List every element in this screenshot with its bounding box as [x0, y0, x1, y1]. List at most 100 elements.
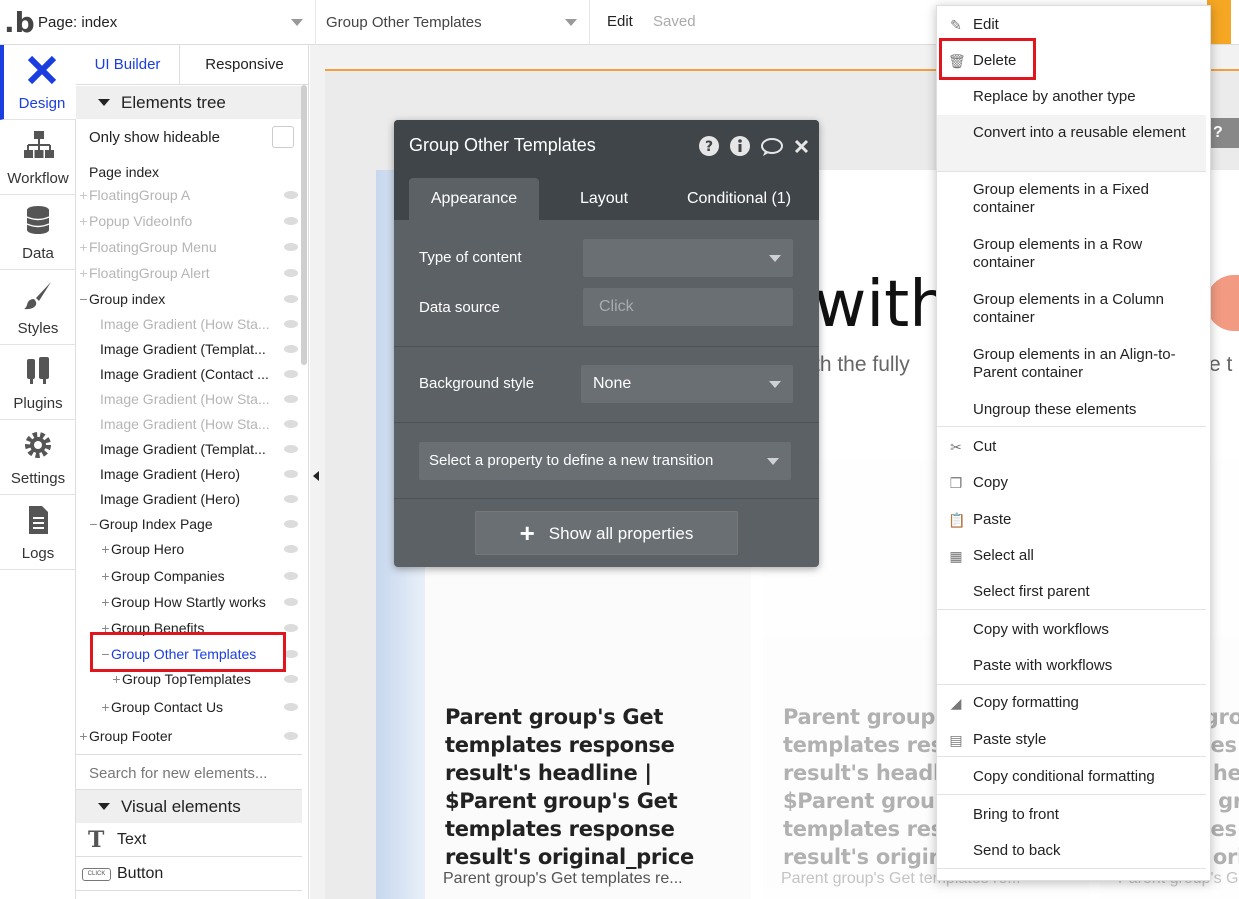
- expand-icon[interactable]: +: [78, 209, 89, 233]
- menu-item[interactable]: ❐ Copy: [937, 474, 1206, 492]
- menu-item[interactable]: Copy conditional formatting: [937, 768, 1206, 786]
- visibility-eye-icon[interactable]: [284, 495, 298, 503]
- visibility-eye-icon[interactable]: [284, 470, 298, 478]
- expand-icon[interactable]: +: [100, 537, 111, 561]
- collapse-icon[interactable]: −: [88, 512, 99, 536]
- visual-element-text[interactable]: T Text: [76, 824, 302, 857]
- expand-icon[interactable]: +: [100, 564, 111, 588]
- menu-item[interactable]: Group elements in an Align-to-Parent con…: [937, 346, 1206, 382]
- visibility-eye-icon[interactable]: [284, 598, 298, 606]
- tab-ui-builder[interactable]: UI Builder: [76, 45, 180, 85]
- visibility-eye-icon[interactable]: [284, 675, 298, 683]
- menu-item[interactable]: Group elements in a Column container: [937, 291, 1206, 327]
- tree-row[interactable]: Image Gradient (How Sta...: [76, 312, 302, 336]
- type-of-content-dropdown[interactable]: [583, 239, 793, 277]
- tree-row[interactable]: +FloatingGroup Alert: [76, 261, 302, 285]
- edit-menu[interactable]: Edit: [607, 13, 633, 30]
- visibility-eye-icon[interactable]: [284, 395, 298, 403]
- tree-row[interactable]: Image Gradient (How Sta...: [76, 387, 302, 411]
- nav-design[interactable]: Design: [0, 45, 76, 120]
- nav-data[interactable]: Data: [0, 195, 76, 270]
- menu-item[interactable]: ◢ Copy formatting: [937, 694, 1206, 712]
- tree-row[interactable]: +Group Companies: [76, 564, 302, 588]
- background-style-dropdown[interactable]: None: [581, 365, 793, 403]
- menu-item[interactable]: Bring to front: [937, 806, 1206, 824]
- tab-appearance[interactable]: Appearance: [409, 178, 539, 220]
- elements-tree-header[interactable]: Elements tree: [76, 86, 302, 119]
- page-selector[interactable]: Page: index: [28, 0, 316, 45]
- menu-item[interactable]: ▦ Select all: [937, 547, 1206, 565]
- transition-dropdown[interactable]: Select a property to define a new transi…: [419, 442, 791, 480]
- menu-item[interactable]: Group elements in a Fixed container: [937, 181, 1206, 217]
- visibility-eye-icon[interactable]: [284, 624, 298, 632]
- nav-settings[interactable]: Settings: [0, 420, 76, 495]
- menu-item[interactable]: Ungroup these elements: [937, 401, 1206, 419]
- tree-row[interactable]: +Group Contact Us: [76, 695, 302, 719]
- tree-row[interactable]: Page index: [76, 160, 302, 184]
- menu-item[interactable]: Send to back: [937, 842, 1206, 860]
- tree-row[interactable]: Image Gradient (Hero): [76, 462, 302, 486]
- data-source-field[interactable]: Click: [583, 288, 793, 326]
- visibility-eye-icon[interactable]: [284, 191, 298, 199]
- comment-icon[interactable]: [760, 137, 784, 157]
- close-icon[interactable]: [794, 139, 809, 154]
- visibility-eye-icon[interactable]: [284, 520, 298, 528]
- visibility-eye-icon[interactable]: [284, 217, 298, 225]
- editor-header[interactable]: Group Other Templates ?: [394, 120, 819, 172]
- menu-item[interactable]: Group elements in a Row container: [937, 236, 1206, 272]
- visibility-eye-icon[interactable]: [284, 703, 298, 711]
- visibility-eye-icon[interactable]: [284, 545, 298, 553]
- info-icon[interactable]: [730, 136, 750, 156]
- nav-logs[interactable]: Logs: [0, 495, 76, 570]
- tree-row[interactable]: +FloatingGroup Menu: [76, 235, 302, 259]
- expand-icon[interactable]: +: [100, 590, 111, 614]
- expand-icon[interactable]: +: [78, 235, 89, 259]
- visibility-eye-icon[interactable]: [284, 445, 298, 453]
- visibility-eye-icon[interactable]: [284, 420, 298, 428]
- tree-row[interactable]: Image Gradient (How Sta...: [76, 412, 302, 436]
- collapse-icon[interactable]: −: [78, 287, 89, 311]
- menu-item[interactable]: Paste with workflows: [937, 657, 1206, 675]
- visibility-eye-icon[interactable]: [284, 243, 298, 251]
- tree-row[interactable]: Image Gradient (Templat...: [76, 337, 302, 361]
- visual-element-button[interactable]: CLICK Button: [76, 858, 302, 891]
- nav-workflow[interactable]: Workflow: [0, 120, 76, 195]
- visibility-eye-icon[interactable]: [284, 295, 298, 303]
- expand-icon[interactable]: +: [78, 261, 89, 285]
- tree-row[interactable]: +FloatingGroup A: [76, 183, 302, 207]
- search-elements-field[interactable]: Search for new elements...: [76, 754, 302, 790]
- menu-item[interactable]: Copy with workflows: [937, 621, 1206, 639]
- visibility-eye-icon[interactable]: [284, 269, 298, 277]
- tree-row[interactable]: Image Gradient (Templat...: [76, 437, 302, 461]
- visibility-eye-icon[interactable]: [284, 650, 298, 658]
- visibility-eye-icon[interactable]: [284, 370, 298, 378]
- visibility-eye-icon[interactable]: [284, 732, 298, 740]
- expand-icon[interactable]: +: [100, 695, 111, 719]
- nav-plugins[interactable]: Plugins: [0, 345, 76, 420]
- menu-item[interactable]: Select first parent: [937, 583, 1206, 601]
- tree-row[interactable]: Image Gradient (Contact ...: [76, 362, 302, 386]
- collapse-panel-icon[interactable]: [310, 468, 322, 484]
- help-icon[interactable]: ?: [699, 136, 719, 156]
- tab-conditional[interactable]: Conditional (1): [664, 178, 814, 220]
- tree-row[interactable]: −Group Index Page: [76, 512, 302, 536]
- menu-item[interactable]: 📋 Paste: [937, 511, 1206, 529]
- visibility-eye-icon[interactable]: [284, 345, 298, 353]
- menu-item[interactable]: ✂ Cut: [937, 438, 1206, 456]
- nav-styles[interactable]: Styles: [0, 270, 76, 345]
- tree-row[interactable]: Image Gradient (Hero): [76, 487, 302, 511]
- tree-row[interactable]: +Group Footer: [76, 724, 302, 748]
- menu-item[interactable]: Replace by another type: [937, 88, 1206, 106]
- tree-row[interactable]: +Group How Startly works: [76, 590, 302, 614]
- tab-responsive[interactable]: Responsive: [180, 45, 308, 85]
- visibility-eye-icon[interactable]: [284, 320, 298, 328]
- visibility-eye-icon[interactable]: [284, 572, 298, 580]
- menu-item[interactable]: ✎ Edit: [937, 16, 1206, 34]
- tree-row[interactable]: +Popup VideoInfo: [76, 209, 302, 233]
- expand-icon[interactable]: +: [78, 724, 89, 748]
- menu-item[interactable]: ▤ Paste style: [937, 731, 1206, 749]
- only-show-hideable-checkbox[interactable]: [272, 126, 294, 148]
- expand-icon[interactable]: +: [78, 183, 89, 207]
- tree-row[interactable]: −Group index: [76, 287, 302, 311]
- tree-scrollbar[interactable]: [301, 85, 307, 365]
